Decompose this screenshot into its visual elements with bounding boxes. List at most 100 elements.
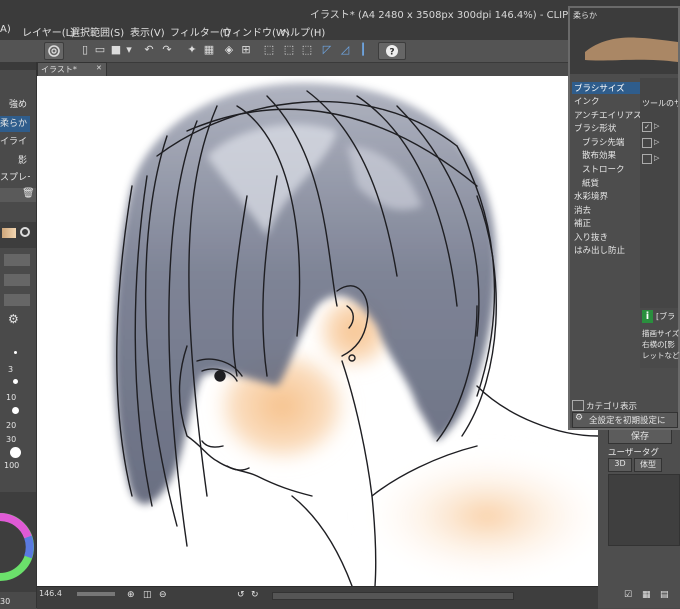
undo-icon[interactable]: ↶ bbox=[142, 43, 156, 57]
menu-item-view[interactable]: 表示(V) bbox=[130, 24, 165, 39]
zoom-out-icon[interactable]: ⊖ bbox=[159, 590, 167, 600]
brush-size-dot[interactable] bbox=[10, 447, 21, 458]
invert-selection-icon[interactable]: ⬚ bbox=[282, 43, 296, 57]
info-box: i [ブラ 描画サイズ 右横の[影 レットなどの bbox=[640, 308, 680, 368]
brush-size-label[interactable]: 3 bbox=[8, 365, 13, 374]
menu-item-animation[interactable]: A) bbox=[0, 24, 11, 35]
fit-icon[interactable]: ◫ bbox=[143, 590, 152, 600]
svg-text:?: ? bbox=[389, 48, 394, 58]
checkbox[interactable] bbox=[642, 154, 652, 164]
tool-property-header bbox=[0, 222, 36, 248]
subtool-item-highlight[interactable]: イライト bbox=[0, 134, 30, 150]
brush-preview-area: 柔らか bbox=[570, 8, 678, 74]
category-stroke[interactable]: ストローク bbox=[582, 163, 625, 175]
clip-studio-button[interactable] bbox=[44, 42, 64, 60]
category-start-end[interactable]: 入り抜き bbox=[574, 231, 608, 243]
save-icon[interactable]: ■ bbox=[109, 43, 123, 57]
transform-icon[interactable]: ⊞ bbox=[239, 43, 253, 57]
chevron-down-icon[interactable]: ▾ bbox=[122, 43, 136, 57]
list-view-icon[interactable]: ▤ bbox=[660, 590, 669, 600]
trash-icon[interactable]: 🗑 bbox=[22, 188, 35, 199]
category-detail: ツールのサイ ✓ ▷ ▷ ▷ bbox=[640, 78, 678, 308]
special-ruler-snap-icon[interactable]: ◿ bbox=[338, 43, 352, 57]
category-correction[interactable]: 補正 bbox=[574, 217, 591, 229]
expand-icon[interactable]: ▷ bbox=[654, 122, 659, 130]
category-brush-shape[interactable]: ブラシ形状 bbox=[574, 122, 616, 134]
color-value-label: 30 bbox=[0, 597, 11, 606]
search-icon[interactable] bbox=[20, 227, 30, 237]
save-button[interactable]: 保存 bbox=[608, 428, 672, 444]
brush-size-label[interactable]: 10 bbox=[6, 393, 16, 402]
open-file-icon[interactable]: ▭ bbox=[93, 43, 107, 57]
show-category-checkbox[interactable] bbox=[572, 400, 584, 411]
brush-size-label[interactable]: 20 bbox=[6, 421, 16, 430]
category-list: ブラシサイズ インク アンチエイリアス ブラシ形状 ブラシ先端 散布効果 ストロ… bbox=[570, 78, 642, 378]
subtool-item-strong[interactable]: 強め bbox=[0, 97, 30, 113]
category-scatter[interactable]: 散布効果 bbox=[582, 149, 616, 161]
expand-icon[interactable]: ▷ bbox=[654, 154, 659, 162]
document-tab-label: イラスト* bbox=[41, 65, 77, 74]
property-slider[interactable] bbox=[4, 254, 30, 266]
grid-view-icon[interactable]: ▦ bbox=[642, 590, 651, 600]
zoom-in-icon[interactable]: ⊕ bbox=[127, 590, 135, 600]
expand-icon[interactable]: ▷ bbox=[654, 138, 659, 146]
clear-outside-icon[interactable]: ▦ bbox=[202, 43, 216, 57]
checkbox[interactable] bbox=[642, 138, 652, 148]
tag-body-button[interactable]: 体型 bbox=[634, 458, 662, 472]
color-wheel[interactable] bbox=[0, 492, 36, 592]
category-anti-alias[interactable]: アンチエイリアス bbox=[574, 109, 642, 121]
close-icon[interactable]: ✕ bbox=[96, 64, 102, 72]
brush-size-dot[interactable] bbox=[14, 351, 17, 354]
reset-icon: ⚙ bbox=[575, 413, 584, 423]
category-watercolor-edge[interactable]: 水彩境界 bbox=[574, 190, 608, 202]
category-brush-tip[interactable]: ブラシ先端 bbox=[582, 136, 624, 148]
deselect-icon[interactable]: ⬚ bbox=[262, 43, 276, 57]
checkbox-icon[interactable]: ☑ bbox=[624, 590, 632, 600]
subtool-item-soft[interactable]: 柔らか bbox=[0, 116, 30, 132]
brush-size-dot[interactable] bbox=[12, 407, 19, 414]
tag-3d-button[interactable]: 3D bbox=[608, 458, 632, 472]
menu-item-selection[interactable]: 選択範囲(S) bbox=[70, 24, 124, 39]
dock-header bbox=[0, 62, 36, 70]
category-ink[interactable]: インク bbox=[574, 95, 600, 107]
zoom-slider[interactable] bbox=[77, 592, 115, 596]
expand-selection-icon[interactable]: ⬚ bbox=[300, 43, 314, 57]
rotate-right-icon[interactable]: ↻ bbox=[251, 590, 259, 600]
help-button[interactable]: ? bbox=[378, 42, 406, 60]
brush-size-label[interactable]: 100 bbox=[4, 461, 19, 470]
reset-all-button[interactable]: ⚙ 全設定を初期設定に bbox=[572, 412, 678, 428]
grid-snap-icon[interactable]: ┃ bbox=[356, 43, 370, 57]
brush-size-dot[interactable] bbox=[13, 379, 18, 384]
category-brush-size[interactable]: ブラシサイズ bbox=[572, 82, 640, 94]
document-tab[interactable]: イラスト* ✕ bbox=[37, 62, 107, 76]
zoom-value[interactable]: 146.4 bbox=[39, 589, 62, 598]
ruler-snap-icon[interactable]: ◸ bbox=[320, 43, 334, 57]
tool-size-label: ツールのサイ bbox=[642, 99, 678, 108]
clear-icon[interactable]: ✦ bbox=[185, 43, 199, 57]
menu-item-help[interactable]: ヘルプ(H) bbox=[280, 24, 325, 39]
subtool-item-spray[interactable]: スプレー bbox=[0, 170, 30, 186]
drawing-canvas[interactable] bbox=[37, 76, 598, 586]
fill-icon[interactable]: ◈ bbox=[222, 43, 236, 57]
tool-property-controls: ⚙ bbox=[0, 250, 36, 330]
category-erase[interactable]: 消去 bbox=[574, 204, 591, 216]
property-slider[interactable] bbox=[4, 274, 30, 286]
reset-all-label: 全設定を初期設定に bbox=[589, 416, 666, 426]
category-paper[interactable]: 紙質 bbox=[582, 177, 599, 189]
rotate-left-icon[interactable]: ↺ bbox=[237, 590, 245, 600]
info-line: 描画サイズ bbox=[642, 329, 680, 338]
new-file-icon[interactable]: ▯ bbox=[78, 43, 92, 57]
color-wheel-panel bbox=[0, 492, 36, 592]
brush-size-panel: 3 10 20 30 100 bbox=[0, 347, 36, 477]
category-prevent-overflow[interactable]: はみ出し防止 bbox=[574, 244, 625, 256]
subtool-item-shadow[interactable]: 影 bbox=[0, 153, 30, 169]
property-slider[interactable] bbox=[4, 294, 30, 306]
redo-icon[interactable]: ↷ bbox=[160, 43, 174, 57]
checkbox[interactable]: ✓ bbox=[642, 122, 652, 132]
menu-item-layer[interactable]: レイヤー(L) bbox=[22, 24, 75, 39]
brush-preview-swatch bbox=[2, 228, 16, 238]
material-list[interactable] bbox=[608, 474, 680, 546]
settings-icon[interactable]: ⚙ bbox=[8, 312, 19, 326]
brush-size-label[interactable]: 30 bbox=[6, 435, 16, 444]
horizontal-scrollbar[interactable] bbox=[272, 592, 514, 600]
